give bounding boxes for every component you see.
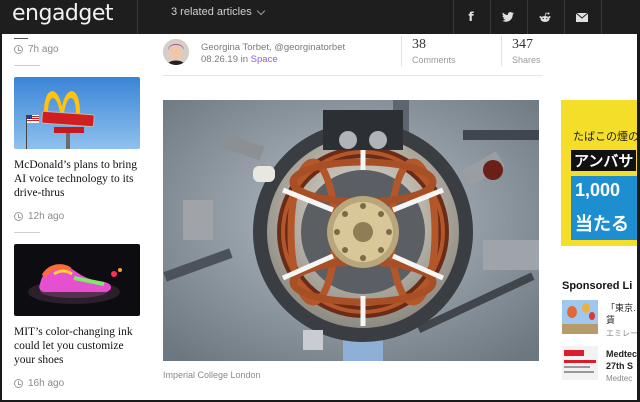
facebook-icon: f [468, 10, 474, 24]
email-share-button[interactable] [564, 0, 600, 34]
facebook-share-button[interactable]: f [453, 0, 489, 34]
related-articles-label: 3 related articles [171, 6, 252, 18]
divider [401, 36, 402, 66]
ad-text: たばこの煙の [573, 131, 639, 143]
sponsored-link-line2[interactable]: 賃 [606, 314, 615, 326]
publish-date: 08.26.19 in Space [201, 54, 278, 65]
timestamp: 7h ago [14, 44, 140, 55]
reddit-share-button[interactable] [527, 0, 563, 34]
twitter-icon [502, 12, 514, 22]
hero-image [163, 100, 539, 361]
divider [601, 0, 602, 34]
timestamp: 16h ago [14, 378, 140, 389]
image-caption: Imperial College London [163, 370, 261, 380]
divider [14, 232, 40, 233]
sponsored-link-line2[interactable]: 27th S [606, 360, 633, 372]
divider [137, 0, 138, 34]
twitter-share-button[interactable] [490, 0, 526, 34]
comments-label[interactable]: Comments [412, 55, 456, 65]
divider [14, 65, 40, 66]
engadget-logo[interactable]: engadget [12, 2, 114, 26]
sponsored-source: エミレー [606, 329, 638, 338]
article-meta: Georgina Torbet, @georginatorbet 08.26.1… [163, 36, 543, 76]
ad-text: 当たる [575, 214, 629, 234]
ad-text: アンバサ [571, 150, 637, 171]
shares-label: Shares [512, 55, 541, 65]
reddit-icon [539, 12, 551, 22]
color-changing-shoe-thumbnail[interactable] [14, 244, 140, 316]
clock-icon [14, 212, 23, 221]
sponsored-source: Medtec [606, 374, 633, 383]
sponsored-thumbnail[interactable] [562, 346, 598, 380]
sponsored-link[interactable]: Medtec [606, 348, 637, 360]
author-avatar[interactable] [163, 39, 189, 65]
shares-count: 347 [512, 37, 533, 52]
clock-icon [14, 379, 23, 388]
top-bar: engadget 3 related articles f [0, 0, 640, 34]
email-icon [576, 12, 588, 22]
comments-count[interactable]: 38 [412, 37, 426, 53]
article-link[interactable]: McDonald’s plans to bring AI voice techn… [14, 158, 140, 200]
clock-icon [14, 45, 23, 54]
chevron-down-icon [256, 6, 265, 15]
author-name[interactable]: Georgina Torbet, @georginatorbet [201, 42, 345, 53]
article-link[interactable]: MIT’s color-changing ink could let you c… [14, 325, 140, 367]
advertisement[interactable]: たばこの煙の アンバサ 1,000 当たる [561, 100, 640, 246]
sponsored-links-heading: Sponsored Li [562, 280, 633, 292]
timestamp: 12h ago [14, 211, 140, 222]
window-edge [0, 34, 2, 402]
sponsored-thumbnail[interactable] [562, 300, 598, 334]
category-link[interactable]: Space [251, 54, 278, 65]
divider [501, 36, 502, 66]
sponsored-link[interactable]: 「東京… [606, 302, 640, 314]
ad-text: 1,000 [575, 180, 621, 200]
related-sidebar: 7h ago McDonald’s plans to bring AI voic… [14, 34, 140, 389]
mcdonalds-sign-thumbnail[interactable] [14, 77, 140, 149]
related-articles-dropdown[interactable]: 3 related articles [171, 5, 265, 19]
